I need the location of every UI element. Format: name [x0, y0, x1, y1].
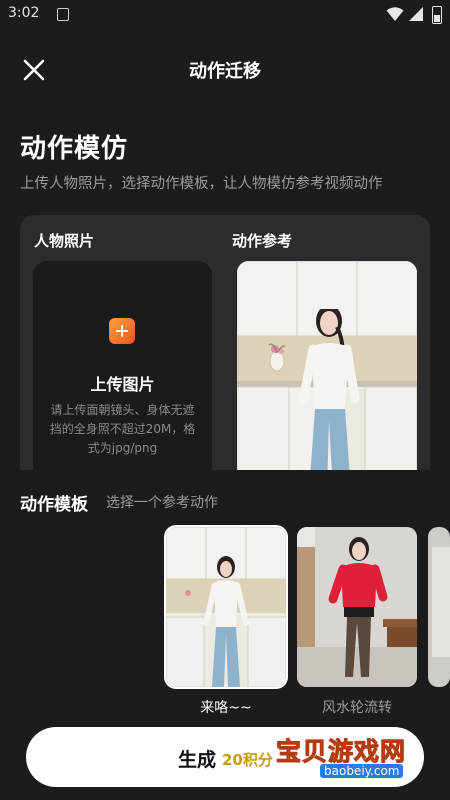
watermark-url: baobeiy.com [320, 764, 404, 778]
upload-title: 上传图片 [90, 375, 155, 394]
watermark-title: 宝贝游戏网 [275, 737, 407, 767]
template-item-2[interactable] [297, 527, 417, 687]
signal-icon [409, 7, 423, 21]
page-title: 动作模仿 [20, 134, 129, 164]
template-title: 动作模板 [20, 495, 88, 515]
template-item-1[interactable] [164, 525, 288, 689]
page-header-title: 动作迁移 [189, 61, 261, 82]
reference-person-image [237, 261, 417, 491]
template-thumbnail-2 [297, 527, 417, 687]
page-subtitle: 上传人物照片，选择动作模板，让人物模仿参考视频动作 [20, 176, 383, 192]
upload-photo-button[interactable]: 上传图片 请上传面朝镜头、身体无遮挡的全身照不超过20M，格式为jpg/png [33, 261, 212, 491]
template-item-3[interactable] [428, 527, 450, 687]
reference-video-preview[interactable] [237, 261, 417, 491]
wifi-icon [386, 7, 404, 21]
template-label-1: 来咯~~ [200, 700, 252, 716]
reference-label: 动作参考 [232, 232, 293, 250]
plus-icon [109, 318, 135, 344]
status-time: 3:02 [8, 5, 40, 21]
app-header: 动作迁移 [0, 48, 450, 88]
person-photo-label: 人物照片 [34, 232, 95, 250]
generate-label: 生成 [178, 749, 217, 771]
upload-description: 请上传面朝镜头、身体无遮挡的全身照不超过20M，格式为jpg/png [49, 403, 196, 455]
status-bar: 3:02 [0, 0, 450, 30]
watermark-logo: 宝贝游戏网 baobeiy.com [275, 728, 426, 780]
sim-icon [57, 8, 69, 21]
generate-cost: 20积分 [222, 751, 273, 769]
template-thumbnail-3 [428, 527, 450, 687]
template-hint: 选择一个参考动作 [106, 495, 218, 511]
battery-icon [432, 6, 442, 24]
template-label-2: 风水轮流转 [322, 700, 392, 716]
template-thumbnail-1 [166, 527, 286, 687]
